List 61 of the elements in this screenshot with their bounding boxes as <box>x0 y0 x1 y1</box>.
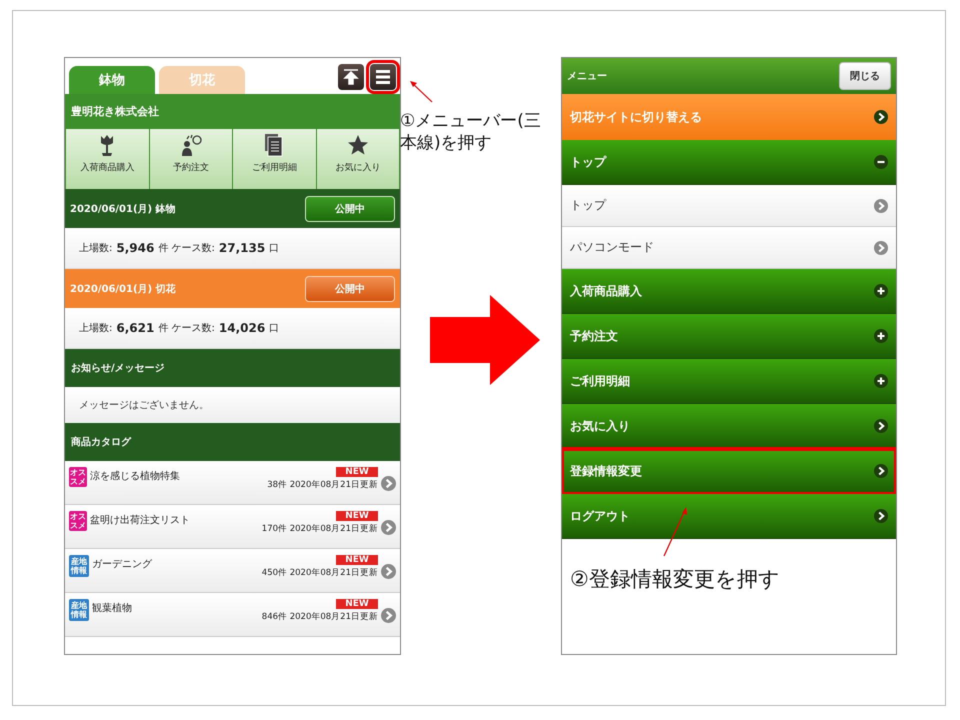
close-button[interactable]: 閉じる <box>839 62 891 90</box>
category-badge: 産地情報 <box>69 599 89 621</box>
chevron-icon <box>381 608 396 623</box>
new-badge: NEW <box>336 555 378 565</box>
category-badge: オススメ <box>69 511 87 531</box>
annotation-text: ①メニューバー(三本線)を押す <box>400 110 542 154</box>
category-tab[interactable]: 鉢物 <box>69 66 155 94</box>
menu-item[interactable]: ログアウト <box>562 494 896 539</box>
market-date: 2020/06/01(月) 鉢物 <box>70 202 177 216</box>
annotation-text: ②登録情報変更を押す <box>570 568 780 590</box>
menu-item[interactable]: 登録情報変更 <box>562 449 896 494</box>
status-button[interactable]: 公開中 <box>305 196 395 222</box>
catalog-meta: 38件 2020年08月21日更新 <box>267 479 378 491</box>
menu-item[interactable]: トップ <box>562 140 896 185</box>
chevron-icon <box>874 464 888 478</box>
catalog-title: ガーデニング <box>92 558 153 571</box>
status-button[interactable]: 公開中 <box>305 276 395 302</box>
up-arrow-icon <box>342 68 360 86</box>
category-badge: オススメ <box>69 467 87 487</box>
new-badge: NEW <box>336 599 378 609</box>
catalog-meta: 846件 2020年08月21日更新 <box>262 611 378 623</box>
right-arrow-icon <box>430 295 540 385</box>
chevron-icon <box>874 240 888 254</box>
company-name: 豊明花き株式会社 <box>65 94 400 129</box>
catalog-meta: 170件 2020年08月21日更新 <box>262 523 378 535</box>
menu-item[interactable]: ご利用明細 <box>562 359 896 404</box>
section-header: お知らせ/メッセージ <box>65 349 400 387</box>
category-badge: 産地情報 <box>69 555 89 577</box>
chevron-icon <box>381 564 396 579</box>
catalog-meta: 450件 2020年08月21日更新 <box>262 567 378 579</box>
shortcut-button[interactable]: 入荷商品購入 <box>66 129 148 189</box>
market-date: 2020/06/01(月) 切花 <box>70 282 177 296</box>
menu-item[interactable]: 入荷商品購入 <box>562 269 896 314</box>
plus-icon <box>874 329 888 343</box>
chevron-icon <box>381 476 396 491</box>
menu-item[interactable]: 予約注文 <box>562 314 896 359</box>
catalog-title: 観葉植物 <box>92 602 133 615</box>
chevron-icon <box>874 419 888 433</box>
shortcut-button[interactable]: ご利用明細 <box>233 129 316 189</box>
shortcut-button[interactable]: お気に入り <box>316 129 399 189</box>
shortcut-button[interactable]: 予約注文 <box>150 129 232 189</box>
chevron-icon <box>874 198 888 212</box>
chevron-icon <box>874 509 888 523</box>
menu-item[interactable]: お気に入り <box>562 404 896 449</box>
chevron-icon <box>381 520 396 535</box>
new-badge: NEW <box>336 467 378 477</box>
catalog-title: 盆明け出荷注文リスト <box>90 514 191 527</box>
new-badge: NEW <box>336 511 378 521</box>
scroll-top-button[interactable] <box>338 64 364 90</box>
pointer-arrow <box>663 507 687 556</box>
plus-icon <box>874 284 888 298</box>
star-icon <box>346 133 370 157</box>
menu-title: メニュー <box>567 70 608 83</box>
plus-icon <box>874 374 888 388</box>
catalog-title: 涼を感じる植物特集 <box>90 470 181 483</box>
pointer-arrow <box>410 81 432 102</box>
menu-icon <box>374 68 392 86</box>
minus-icon <box>874 155 888 169</box>
menu-button[interactable] <box>370 64 396 90</box>
chevron-icon <box>874 110 888 124</box>
section-header: 商品カタログ <box>65 423 400 461</box>
